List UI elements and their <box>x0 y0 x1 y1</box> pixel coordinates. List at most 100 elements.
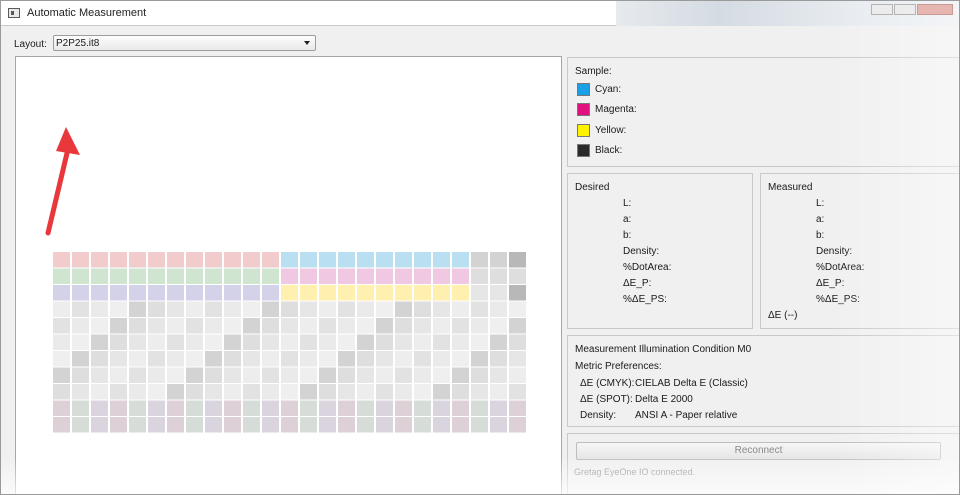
color-patch <box>205 351 222 367</box>
color-patch <box>72 268 89 284</box>
color-patch <box>414 351 431 367</box>
color-patch <box>338 334 355 350</box>
color-patch <box>452 334 469 350</box>
color-patch <box>167 318 184 334</box>
color-patch <box>72 318 89 334</box>
color-patch <box>471 285 488 301</box>
device-status: Gretag EyeOne IO connected. <box>574 467 696 477</box>
color-patch <box>357 334 374 350</box>
color-patch <box>91 301 108 317</box>
color-patch <box>224 301 241 317</box>
color-patch <box>509 384 526 400</box>
desired-dotarea-label: %DotArea: <box>623 262 672 273</box>
color-patch <box>471 334 488 350</box>
color-patch <box>262 351 279 367</box>
test-chart-preview <box>15 56 562 494</box>
color-patch <box>186 367 203 383</box>
color-patch <box>186 384 203 400</box>
minimize-icon[interactable] <box>871 4 893 15</box>
metric-preferences-title: Metric Preferences: <box>575 361 662 372</box>
color-patch <box>167 334 184 350</box>
desired-panel: Desired L: a: b: Density: %DotArea: ΔE_P… <box>567 173 753 329</box>
color-patch <box>319 252 336 268</box>
color-patch <box>129 252 146 268</box>
color-patch <box>91 367 108 383</box>
color-patch <box>243 400 260 416</box>
color-patch <box>281 351 298 367</box>
color-patch <box>53 351 70 367</box>
color-patch <box>300 400 317 416</box>
color-patch <box>471 417 488 433</box>
title-bar[interactable]: Automatic Measurement <box>1 1 959 26</box>
automatic-measurement-window: Automatic Measurement Layout: P2P25.it8 … <box>0 0 960 495</box>
color-patch <box>53 268 70 284</box>
color-patch <box>53 318 70 334</box>
color-patch <box>509 417 526 433</box>
color-patch <box>338 318 355 334</box>
color-patch <box>376 417 393 433</box>
color-patch <box>395 367 412 383</box>
color-patch <box>243 384 260 400</box>
color-patch <box>205 400 222 416</box>
magenta-swatch <box>577 103 590 116</box>
desired-b-label: b: <box>623 230 632 241</box>
color-patch <box>53 285 70 301</box>
color-patch <box>319 400 336 416</box>
color-patch <box>300 351 317 367</box>
layout-dropdown[interactable]: P2P25.it8 <box>53 35 316 51</box>
color-patch <box>262 318 279 334</box>
color-patch <box>53 301 70 317</box>
color-patch <box>110 285 127 301</box>
color-patch <box>262 268 279 284</box>
color-patch <box>376 367 393 383</box>
color-patch <box>110 384 127 400</box>
color-patch <box>490 367 507 383</box>
color-patch <box>91 285 108 301</box>
color-patch <box>91 334 108 350</box>
color-patch <box>224 318 241 334</box>
color-patch <box>148 400 165 416</box>
color-patch <box>110 301 127 317</box>
reconnect-button[interactable]: Reconnect <box>576 442 941 460</box>
color-patch <box>509 351 526 367</box>
color-patch <box>281 301 298 317</box>
color-patch <box>91 268 108 284</box>
color-patch <box>395 334 412 350</box>
close-icon[interactable] <box>917 4 953 15</box>
color-patch <box>433 318 450 334</box>
color-patch <box>376 351 393 367</box>
color-patch <box>433 301 450 317</box>
color-patch <box>376 285 393 301</box>
maximize-icon[interactable] <box>894 4 916 15</box>
color-patch <box>243 334 260 350</box>
measured-delta-e-ps-label: %ΔE_PS: <box>816 294 860 305</box>
color-patch <box>319 384 336 400</box>
color-patch <box>395 301 412 317</box>
desired-title: Desired <box>575 182 610 193</box>
color-patch <box>357 318 374 334</box>
color-patch <box>452 400 469 416</box>
color-patch <box>376 268 393 284</box>
color-patch <box>262 334 279 350</box>
window-title: Automatic Measurement <box>27 7 147 19</box>
measured-title: Measured <box>768 182 813 193</box>
color-patch <box>338 268 355 284</box>
color-patch <box>91 384 108 400</box>
color-patch <box>281 285 298 301</box>
color-patch <box>300 268 317 284</box>
color-patch <box>300 285 317 301</box>
pref-value-spot: Delta E 2000 <box>635 394 693 405</box>
color-patch <box>414 318 431 334</box>
measurement-info-panel: Measurement Illumination Condition M0 Me… <box>567 335 959 427</box>
color-patch <box>224 367 241 383</box>
color-patch <box>148 417 165 433</box>
color-patch <box>281 334 298 350</box>
color-patch <box>509 334 526 350</box>
color-patch <box>281 384 298 400</box>
color-patch <box>319 367 336 383</box>
color-patch <box>490 252 507 268</box>
color-patch <box>471 351 488 367</box>
color-patch <box>395 285 412 301</box>
color-patch <box>262 384 279 400</box>
color-patch <box>471 400 488 416</box>
